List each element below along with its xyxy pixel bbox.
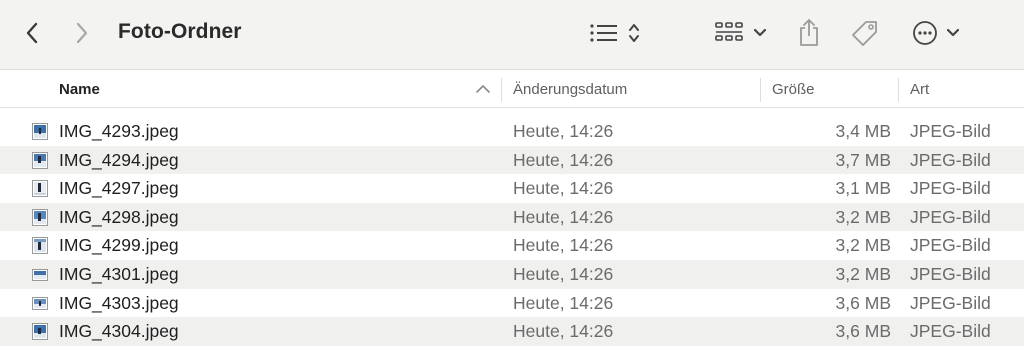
file-row[interactable]: IMG_4304.jpeg Heute, 14:26 3,6 MB JPEG-B… xyxy=(0,317,1024,346)
tag-icon xyxy=(852,21,877,46)
image-file-icon xyxy=(32,323,48,341)
file-date: Heute, 14:26 xyxy=(513,263,614,284)
file-size: 3,2 MB xyxy=(835,263,891,284)
more-actions-button[interactable] xyxy=(908,16,964,50)
file-date: Heute, 14:26 xyxy=(513,121,614,141)
file-date: Heute, 14:26 xyxy=(513,292,614,313)
back-button[interactable] xyxy=(18,18,46,48)
image-file-icon xyxy=(32,123,48,140)
file-date: Heute, 14:26 xyxy=(513,235,614,256)
group-by-button[interactable] xyxy=(712,17,770,49)
file-row[interactable]: IMG_4299.jpeg Heute, 14:26 3,2 MB JPEG-B… xyxy=(0,231,1024,260)
file-kind: JPEG-Bild xyxy=(910,321,991,342)
file-name: IMG_4294.jpeg xyxy=(59,149,179,170)
chevron-down-icon xyxy=(946,28,960,37)
file-size: 3,2 MB xyxy=(835,206,891,227)
forward-button[interactable] xyxy=(68,18,96,48)
file-name: IMG_4303.jpeg xyxy=(59,292,179,313)
file-kind: JPEG-Bild xyxy=(910,292,991,313)
file-date: Heute, 14:26 xyxy=(513,178,614,199)
file-kind: JPEG-Bild xyxy=(910,121,991,141)
file-size: 3,6 MB xyxy=(835,321,891,342)
column-divider[interactable] xyxy=(501,78,502,102)
image-file-icon xyxy=(32,237,48,255)
column-header-kind[interactable]: Art xyxy=(910,70,929,108)
file-row[interactable]: IMG_4301.jpeg Heute, 14:26 3,2 MB JPEG-B… xyxy=(0,259,1024,289)
file-size: 3,2 MB xyxy=(835,235,891,256)
image-file-icon xyxy=(32,180,48,198)
file-size: 3,4 MB xyxy=(835,121,891,141)
file-date: Heute, 14:26 xyxy=(513,206,614,227)
file-kind: JPEG-Bild xyxy=(910,178,991,199)
column-header-size[interactable]: Größe xyxy=(772,70,815,108)
column-header-bar: Name Änderungsdatum Größe Art xyxy=(0,70,1024,108)
column-header-name[interactable]: Name xyxy=(59,70,100,108)
chevron-right-icon xyxy=(76,22,88,44)
file-name: IMG_4301.jpeg xyxy=(59,263,179,284)
file-name: IMG_4298.jpeg xyxy=(59,206,179,227)
file-size: 3,7 MB xyxy=(835,149,891,170)
list-view-icon xyxy=(590,24,617,42)
file-name: IMG_4293.jpeg xyxy=(59,121,179,141)
image-file-icon xyxy=(32,268,48,281)
file-date: Heute, 14:26 xyxy=(513,321,614,342)
file-name: IMG_4304.jpeg xyxy=(59,321,179,342)
share-button[interactable] xyxy=(792,14,826,50)
view-mode-button[interactable] xyxy=(585,17,645,49)
finder-toolbar: Foto-Ordner xyxy=(0,0,1024,70)
chevron-down-icon xyxy=(753,28,767,37)
file-row[interactable]: IMG_4293.jpeg Heute, 14:26 3,4 MB JPEG-B… xyxy=(0,117,1024,146)
image-file-icon xyxy=(32,208,48,226)
file-row[interactable]: IMG_4297.jpeg Heute, 14:26 3,1 MB JPEG-B… xyxy=(0,174,1024,203)
window-title: Foto-Ordner xyxy=(118,20,242,43)
file-list: IMG_4293.jpeg Heute, 14:26 3,4 MB JPEG-B… xyxy=(0,117,1024,346)
file-kind: JPEG-Bild xyxy=(910,149,991,170)
file-row[interactable]: IMG_4298.jpeg Heute, 14:26 3,2 MB JPEG-B… xyxy=(0,202,1024,232)
chevron-left-icon xyxy=(26,22,38,44)
column-header-date[interactable]: Änderungsdatum xyxy=(513,70,627,108)
file-size: 3,6 MB xyxy=(835,292,891,313)
file-kind: JPEG-Bild xyxy=(910,263,991,284)
column-divider[interactable] xyxy=(898,78,899,102)
file-row[interactable]: IMG_4303.jpeg Heute, 14:26 3,6 MB JPEG-B… xyxy=(0,289,1024,318)
file-date: Heute, 14:26 xyxy=(513,149,614,170)
group-by-icon xyxy=(715,22,743,41)
image-file-icon xyxy=(32,296,48,310)
column-divider[interactable] xyxy=(760,78,761,102)
chevron-up-down-icon xyxy=(629,24,639,42)
tag-button[interactable] xyxy=(846,14,884,52)
file-name: IMG_4299.jpeg xyxy=(59,235,179,256)
file-size: 3,1 MB xyxy=(835,178,891,199)
image-file-icon xyxy=(32,151,48,169)
chevron-up-icon[interactable] xyxy=(474,82,492,96)
file-kind: JPEG-Bild xyxy=(910,206,991,227)
share-icon xyxy=(800,19,818,46)
file-row[interactable]: IMG_4294.jpeg Heute, 14:26 3,7 MB JPEG-B… xyxy=(0,145,1024,175)
file-kind: JPEG-Bild xyxy=(910,235,991,256)
file-name: IMG_4297.jpeg xyxy=(59,178,179,199)
ellipsis-circle-icon xyxy=(913,21,937,45)
